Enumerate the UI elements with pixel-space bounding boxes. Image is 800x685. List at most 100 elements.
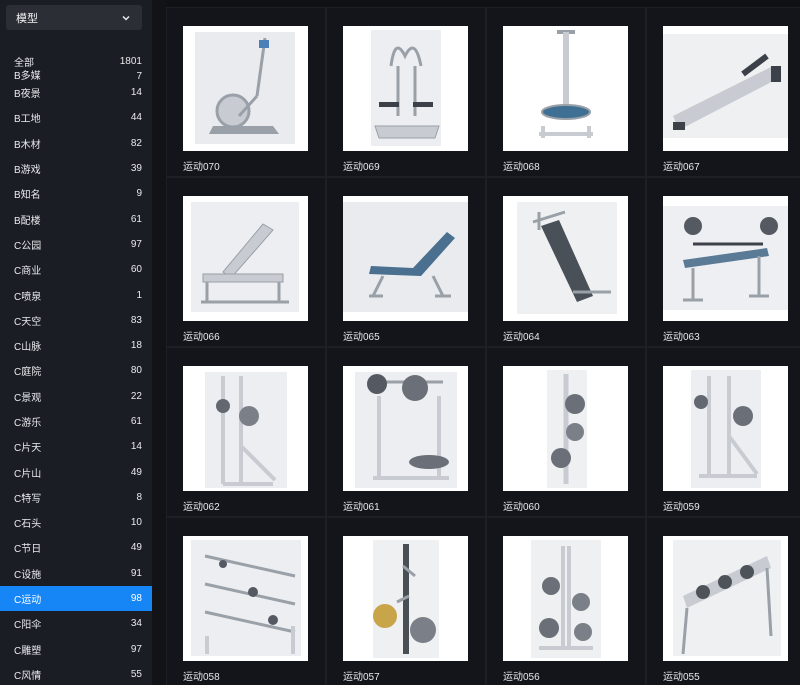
category-item[interactable]: C风情 55 bbox=[0, 662, 152, 685]
model-card[interactable]: 运动057 bbox=[326, 517, 486, 685]
app-window: 模型 全部 1801 B多媒 7 B夜景 14 B工地 44 B木材 82 B游戏 39 B知名 9 B配楼… bbox=[0, 0, 800, 685]
adjustable-bench-thumbnail[interactable] bbox=[343, 196, 468, 321]
model-card[interactable]: 运动059 bbox=[646, 347, 800, 517]
category-item[interactable]: C天空 83 bbox=[0, 308, 152, 333]
category-count: 14 bbox=[130, 441, 142, 453]
category-item[interactable]: C片山 49 bbox=[0, 459, 152, 484]
category-count: 1801 bbox=[119, 55, 142, 67]
category-item[interactable]: B配楼 61 bbox=[0, 206, 152, 231]
model-card[interactable]: 运动070 bbox=[166, 7, 326, 177]
model-name: 运动070 bbox=[183, 162, 220, 173]
category-item[interactable]: C节日 49 bbox=[0, 535, 152, 560]
category-label: C设施 bbox=[14, 569, 42, 581]
category-item[interactable]: C运动 98 bbox=[0, 585, 152, 612]
model-card[interactable]: 运动067 bbox=[646, 7, 800, 177]
model-card[interactable]: 运动061 bbox=[326, 347, 486, 517]
model-card[interactable]: 运动056 bbox=[486, 517, 646, 685]
barbell-bench-thumbnail-icon bbox=[663, 206, 788, 310]
model-card[interactable]: 运动063 bbox=[646, 177, 800, 347]
stair-stepper-thumbnail[interactable] bbox=[343, 26, 468, 151]
model-card[interactable]: 运动065 bbox=[326, 177, 486, 347]
plate-tower-thumbnail-icon bbox=[531, 540, 601, 658]
category-count: 7 bbox=[136, 71, 142, 81]
category-item[interactable]: C特写 8 bbox=[0, 485, 152, 510]
dumbbell-rack-thumbnail-icon bbox=[191, 540, 301, 656]
thumbnail-grid: 运动070 运动069 运动068 运动067 运动066 运动065 运动064 运动063… bbox=[166, 0, 800, 685]
model-name: 运动055 bbox=[663, 672, 700, 683]
model-name: 运动063 bbox=[663, 332, 700, 343]
category-count: 39 bbox=[130, 163, 142, 175]
category-count: 1 bbox=[136, 289, 142, 301]
category-label: B工地 bbox=[14, 114, 41, 126]
model-name: 运动056 bbox=[503, 672, 540, 683]
ab-board-thumbnail[interactable] bbox=[503, 196, 628, 321]
category-item[interactable]: C游乐 61 bbox=[0, 409, 152, 434]
plate-tree-thumbnail[interactable] bbox=[503, 366, 628, 491]
category-count: 34 bbox=[130, 618, 142, 630]
elliptical-trainer-thumbnail[interactable] bbox=[183, 26, 308, 151]
category-label: C景观 bbox=[14, 392, 42, 404]
dumbbell-rack-thumbnail[interactable] bbox=[183, 536, 308, 661]
category-label: B多媒 bbox=[14, 71, 41, 81]
twist-board-thumbnail[interactable] bbox=[503, 26, 628, 151]
category-count: 9 bbox=[136, 188, 142, 200]
dumbbell-shelf-thumbnail[interactable] bbox=[663, 536, 788, 661]
category-item[interactable]: B多媒 7 bbox=[0, 68, 152, 81]
barbell-bench-thumbnail[interactable] bbox=[663, 196, 788, 321]
category-count: 82 bbox=[130, 137, 142, 149]
category-label: 全部 bbox=[14, 57, 34, 69]
plate-stand-thumbnail[interactable] bbox=[663, 366, 788, 491]
category-count: 91 bbox=[130, 567, 142, 579]
model-card[interactable]: 运动062 bbox=[166, 347, 326, 517]
category-item[interactable]: C喷泉 1 bbox=[0, 282, 152, 307]
model-card[interactable]: 运动058 bbox=[166, 517, 326, 685]
category-count: 22 bbox=[130, 390, 142, 402]
category-item[interactable]: B木材 82 bbox=[0, 131, 152, 156]
plate-tower-thumbnail[interactable] bbox=[503, 536, 628, 661]
model-card[interactable]: 运动068 bbox=[486, 7, 646, 177]
category-count: 80 bbox=[130, 365, 142, 377]
category-count: 10 bbox=[130, 517, 142, 529]
model-card[interactable]: 运动069 bbox=[326, 7, 486, 177]
category-count: 55 bbox=[130, 668, 142, 680]
category-count: 49 bbox=[130, 466, 142, 478]
category-item[interactable]: C石头 10 bbox=[0, 510, 152, 535]
category-item[interactable]: C庭院 80 bbox=[0, 358, 152, 383]
category-count: 49 bbox=[130, 542, 142, 554]
model-card[interactable]: 运动055 bbox=[646, 517, 800, 685]
category-item[interactable]: C景观 22 bbox=[0, 384, 152, 409]
category-count: 14 bbox=[130, 87, 142, 99]
category-item[interactable]: C雕塑 97 bbox=[0, 637, 152, 662]
model-card[interactable]: 运动066 bbox=[166, 177, 326, 347]
category-item[interactable]: C商业 60 bbox=[0, 257, 152, 282]
category-label: C游乐 bbox=[14, 418, 42, 429]
dropdown-label: 模型 bbox=[16, 12, 38, 25]
model-name: 运动069 bbox=[343, 162, 380, 173]
category-item[interactable]: C阳伞 34 bbox=[0, 611, 152, 636]
squat-rack-thumbnail[interactable] bbox=[183, 366, 308, 491]
model-card[interactable]: 运动060 bbox=[486, 347, 646, 517]
model-name: 运动057 bbox=[343, 672, 380, 683]
category-item[interactable]: C片天 14 bbox=[0, 434, 152, 459]
category-item[interactable]: 全部 1801 bbox=[0, 54, 152, 69]
model-card[interactable]: 运动064 bbox=[486, 177, 646, 347]
category-item[interactable]: B工地 44 bbox=[0, 105, 152, 130]
weight-rack-thumbnail[interactable] bbox=[343, 366, 468, 491]
category-item[interactable]: C设施 91 bbox=[0, 561, 152, 586]
incline-bench-thumbnail[interactable] bbox=[183, 196, 308, 321]
sit-up-bench-thumbnail[interactable] bbox=[663, 26, 788, 151]
dumbbell-shelf-thumbnail-icon bbox=[673, 540, 781, 656]
category-count: 44 bbox=[130, 112, 142, 124]
category-item[interactable]: B游戏 39 bbox=[0, 156, 152, 181]
model-type-dropdown[interactable]: 模型 bbox=[6, 5, 142, 30]
panel-divider[interactable] bbox=[152, 0, 166, 685]
category-label: B木材 bbox=[14, 139, 41, 151]
category-item[interactable]: B知名 9 bbox=[0, 181, 152, 206]
category-item[interactable]: C山脉 18 bbox=[0, 333, 152, 358]
plate-pole-thumbnail[interactable] bbox=[343, 536, 468, 661]
category-label: B配楼 bbox=[14, 215, 41, 227]
category-item[interactable]: C公园 97 bbox=[0, 232, 152, 257]
category-label: C片山 bbox=[14, 468, 42, 480]
category-item[interactable]: B夜景 14 bbox=[0, 80, 152, 105]
model-name: 运动066 bbox=[183, 332, 220, 343]
